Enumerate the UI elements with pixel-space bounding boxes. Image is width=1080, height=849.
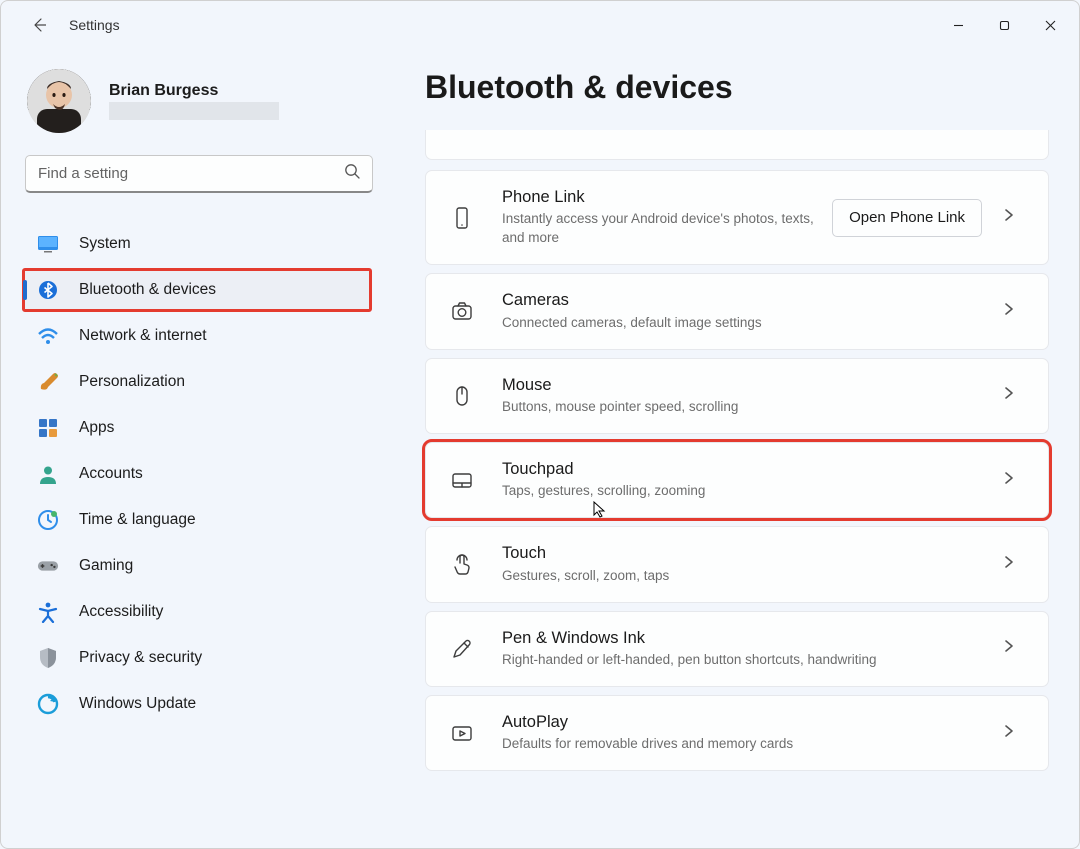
nav-item-apps[interactable]: Apps <box>23 407 371 449</box>
card-subtitle: Defaults for removable drives and memory… <box>502 735 994 754</box>
card-subtitle: Instantly access your Android device's p… <box>502 210 832 248</box>
brush-icon <box>37 371 59 393</box>
chevron-right-icon <box>1004 555 1026 574</box>
touch-icon <box>448 550 476 578</box>
nav-item-bluetooth-devices[interactable]: Bluetooth & devices <box>23 269 371 311</box>
card-cameras[interactable]: Cameras Connected cameras, default image … <box>425 273 1049 349</box>
autoplay-icon <box>448 719 476 747</box>
card-title: Cameras <box>502 290 994 311</box>
chevron-right-icon <box>1004 639 1026 658</box>
card-touch[interactable]: Touch Gestures, scroll, zoom, taps <box>425 526 1049 602</box>
card-pen-windows-ink[interactable]: Pen & Windows Ink Right-handed or left-ha… <box>425 611 1049 687</box>
phone-icon <box>448 204 476 232</box>
card-subtitle: Right-handed or left-handed, pen button … <box>502 651 994 670</box>
user-email-placeholder <box>109 102 279 120</box>
nav-item-label: Windows Update <box>79 695 196 713</box>
nav-item-label: Apps <box>79 419 114 437</box>
card-subtitle: Buttons, mouse pointer speed, scrolling <box>502 398 994 417</box>
nav-item-gaming[interactable]: Gaming <box>23 545 371 587</box>
search-icon <box>344 163 361 185</box>
card-title: AutoPlay <box>502 712 994 733</box>
app-title: Settings <box>69 17 120 33</box>
nav-item-windows-update[interactable]: Windows Update <box>23 683 371 725</box>
nav-item-label: Time & language <box>79 511 196 529</box>
nav-item-label: System <box>79 235 131 253</box>
shield-icon <box>37 647 59 669</box>
card-title: Pen & Windows Ink <box>502 628 994 649</box>
accessibility-icon <box>37 601 59 623</box>
open-phone-link-button[interactable]: Open Phone Link <box>832 199 982 237</box>
bluetooth-icon <box>37 279 59 301</box>
gamepad-icon <box>37 555 59 577</box>
nav-item-label: Privacy & security <box>79 649 202 667</box>
touchpad-icon <box>448 466 476 494</box>
page-title: Bluetooth & devices <box>425 69 1049 106</box>
card-title: Phone Link <box>502 187 832 208</box>
avatar <box>27 69 91 133</box>
mouse-icon <box>448 382 476 410</box>
nav-item-network-internet[interactable]: Network & internet <box>23 315 371 357</box>
maximize-button[interactable] <box>981 1 1027 49</box>
search-input[interactable] <box>25 155 373 193</box>
card-title: Touch <box>502 543 994 564</box>
card-subtitle: Connected cameras, default image setting… <box>502 314 994 333</box>
card-title: Touchpad <box>502 459 994 480</box>
nav-item-accessibility[interactable]: Accessibility <box>23 591 371 633</box>
card-subtitle: Gestures, scroll, zoom, taps <box>502 567 994 586</box>
card-touchpad[interactable]: Touchpad Taps, gestures, scrolling, zoomi… <box>425 442 1049 518</box>
card-partial[interactable] <box>425 130 1049 160</box>
update-icon <box>37 693 59 715</box>
card-subtitle: Taps, gestures, scrolling, zooming <box>502 482 994 501</box>
chevron-right-icon <box>1004 471 1026 490</box>
camera-icon <box>448 297 476 325</box>
person-icon <box>37 463 59 485</box>
nav-item-label: Accessibility <box>79 603 163 621</box>
monitor-icon <box>37 233 59 255</box>
nav-item-time-language[interactable]: Time & language <box>23 499 371 541</box>
apps-icon <box>37 417 59 439</box>
chevron-right-icon <box>1004 724 1026 743</box>
clock-icon <box>37 509 59 531</box>
nav-item-accounts[interactable]: Accounts <box>23 453 371 495</box>
chevron-right-icon <box>1004 208 1026 227</box>
close-button[interactable] <box>1027 1 1073 49</box>
user-profile[interactable]: Brian Burgess <box>27 69 387 133</box>
nav-item-personalization[interactable]: Personalization <box>23 361 371 403</box>
back-button[interactable] <box>29 15 49 35</box>
card-mouse[interactable]: Mouse Buttons, mouse pointer speed, scrol… <box>425 358 1049 434</box>
chevron-right-icon <box>1004 302 1026 321</box>
nav-item-label: Personalization <box>79 373 185 391</box>
nav-item-system[interactable]: System <box>23 223 371 265</box>
nav-item-label: Accounts <box>79 465 143 483</box>
card-title: Mouse <box>502 375 994 396</box>
nav-item-label: Gaming <box>79 557 133 575</box>
nav-item-label: Bluetooth & devices <box>79 281 216 299</box>
minimize-button[interactable] <box>935 1 981 49</box>
nav-item-label: Network & internet <box>79 327 207 345</box>
wifi-icon <box>37 325 59 347</box>
card-phone-link[interactable]: Phone LinkInstantly access your Android … <box>425 170 1049 265</box>
card-autoplay[interactable]: AutoPlay Defaults for removable drives an… <box>425 695 1049 771</box>
user-name: Brian Burgess <box>109 82 279 100</box>
pen-icon <box>448 635 476 663</box>
nav-item-privacy-security[interactable]: Privacy & security <box>23 637 371 679</box>
chevron-right-icon <box>1004 386 1026 405</box>
